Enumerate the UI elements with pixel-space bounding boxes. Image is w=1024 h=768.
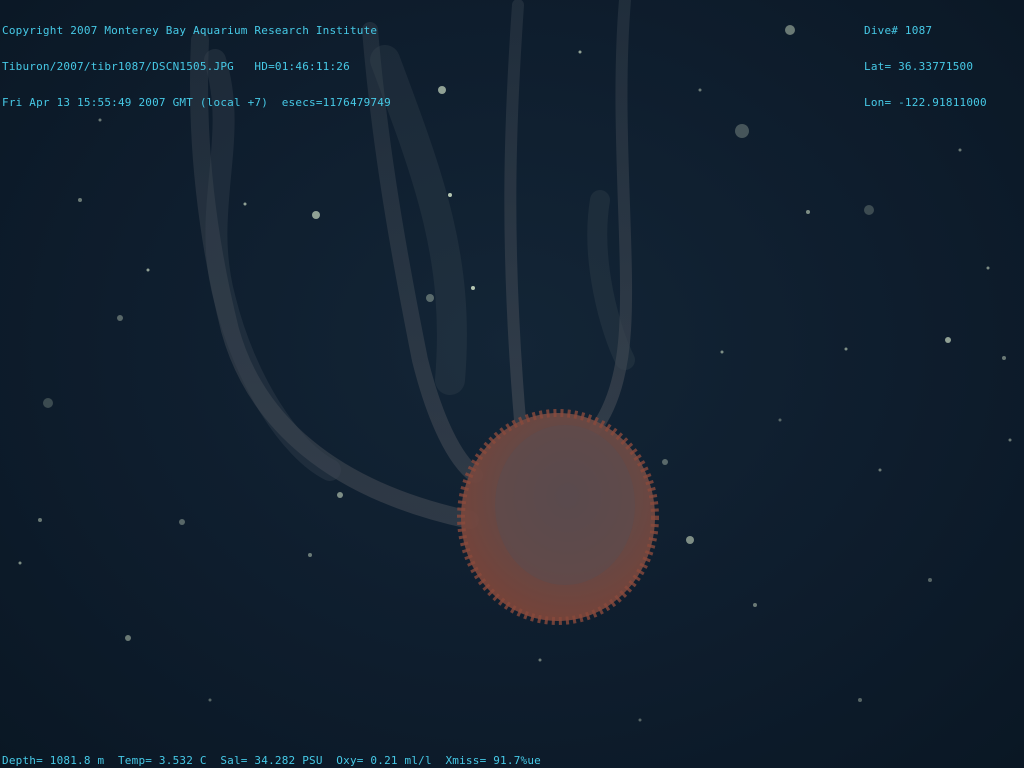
overlay-header-right: Dive# 1087 Lat= 36.33771500 Lon= -122.91…: [864, 1, 987, 133]
overlay-header-left: Copyright 2007 Monterey Bay Aquarium Res…: [2, 1, 391, 133]
overlay-sensor-readout: Depth= 1081.8 m Temp= 3.532 C Sal= 34.28…: [2, 754, 541, 767]
oral-arm-right-1: [504, 0, 526, 426]
overlay-dive-number: Dive# 1087: [864, 24, 933, 37]
overlay-copyright: Copyright 2007 Monterey Bay Aquarium Res…: [2, 24, 378, 37]
jellyfish-bell: [457, 409, 659, 625]
overlay-longitude: Lon= -122.91811000: [864, 96, 987, 109]
overlay-timestamp: Fri Apr 13 15:55:49 2007 GMT (local +7) …: [2, 96, 391, 109]
overlay-file-path: Tiburon/2007/tibr1087/DSCN1505.JPG HD=01…: [2, 60, 350, 73]
underwater-photo-frame: Copyright 2007 Monterey Bay Aquarium Res…: [0, 0, 1024, 768]
overlay-latitude: Lat= 36.33771500: [864, 60, 974, 73]
